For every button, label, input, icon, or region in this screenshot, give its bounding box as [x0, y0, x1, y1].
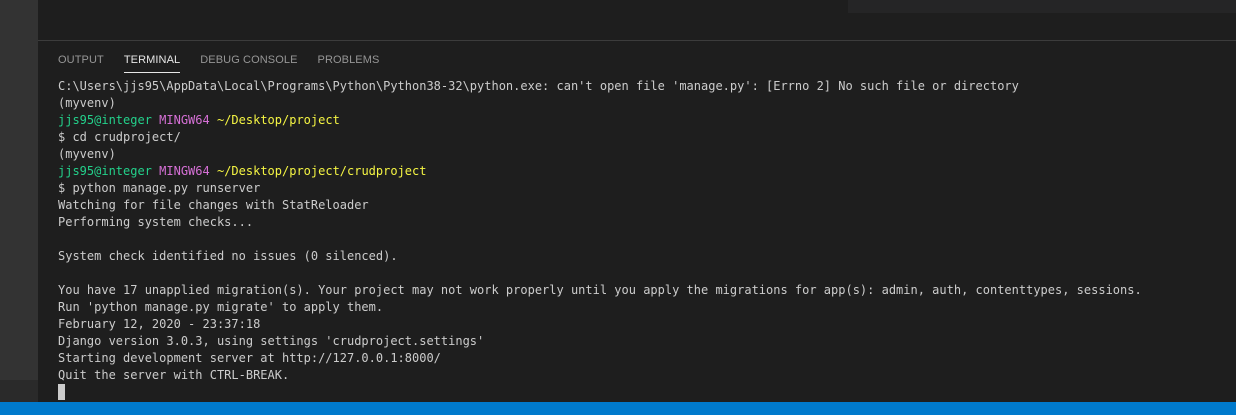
tab-output[interactable]: OUTPUT — [58, 53, 104, 73]
tab-debug-console[interactable]: DEBUG CONSOLE — [200, 53, 297, 73]
terminal-line: Django version 3.0.3, using settings 'cr… — [58, 334, 485, 348]
terminal-line: Starting development server at http://12… — [58, 351, 441, 365]
tab-problems[interactable]: PROBLEMS — [318, 53, 380, 73]
terminal-line: Performing system checks... — [58, 215, 254, 229]
activity-bar-bottom — [0, 380, 38, 402]
terminal-prompt-line: jjs95@integer MINGW64 ~/Desktop/project/… — [58, 163, 1228, 180]
terminal-line: $ python manage.py runserver — [58, 181, 261, 195]
prompt-path: ~/Desktop/project — [216, 113, 340, 127]
editor-area — [38, 0, 1236, 40]
terminal-line: C:\Users\jjs95\AppData\Local\Programs\Py… — [58, 79, 1019, 93]
status-bar — [0, 402, 1236, 415]
terminal-input-line[interactable] — [58, 384, 1228, 401]
activity-bar — [0, 0, 38, 402]
terminal-line: System check identified no issues (0 sil… — [58, 249, 398, 263]
terminal-line: February 12, 2020 - 23:37:18 — [58, 317, 261, 331]
terminal-line: Run 'python manage.py migrate' to apply … — [58, 300, 384, 314]
prompt-shell: MINGW64 — [159, 164, 210, 178]
terminal-prompt-line: jjs95@integer MINGW64 ~/Desktop/project — [58, 112, 1228, 129]
terminal-output[interactable]: C:\Users\jjs95\AppData\Local\Programs\Py… — [58, 78, 1228, 401]
prompt-user: jjs95@integer — [58, 113, 152, 127]
terminal-line: Watching for file changes with StatReloa… — [58, 198, 369, 212]
prompt-shell: MINGW64 — [159, 113, 210, 127]
prompt-path: ~/Desktop/project/crudproject — [216, 164, 427, 178]
terminal-line: (myvenv) — [58, 96, 116, 110]
editor-scroll-region — [848, 0, 1236, 13]
terminal-line: $ cd crudproject/ — [58, 130, 181, 144]
bottom-panel: OUTPUT TERMINAL DEBUG CONSOLE PROBLEMS C… — [38, 40, 1236, 402]
tab-terminal[interactable]: TERMINAL — [123, 53, 181, 73]
panel-tabs: OUTPUT TERMINAL DEBUG CONSOLE PROBLEMS — [58, 53, 399, 73]
terminal-line: (myvenv) — [58, 147, 116, 161]
terminal-cursor — [58, 384, 65, 400]
terminal-line: Quit the server with CTRL-BREAK. — [58, 368, 290, 382]
prompt-user: jjs95@integer — [58, 164, 152, 178]
terminal-line: You have 17 unapplied migration(s). Your… — [58, 283, 1142, 297]
